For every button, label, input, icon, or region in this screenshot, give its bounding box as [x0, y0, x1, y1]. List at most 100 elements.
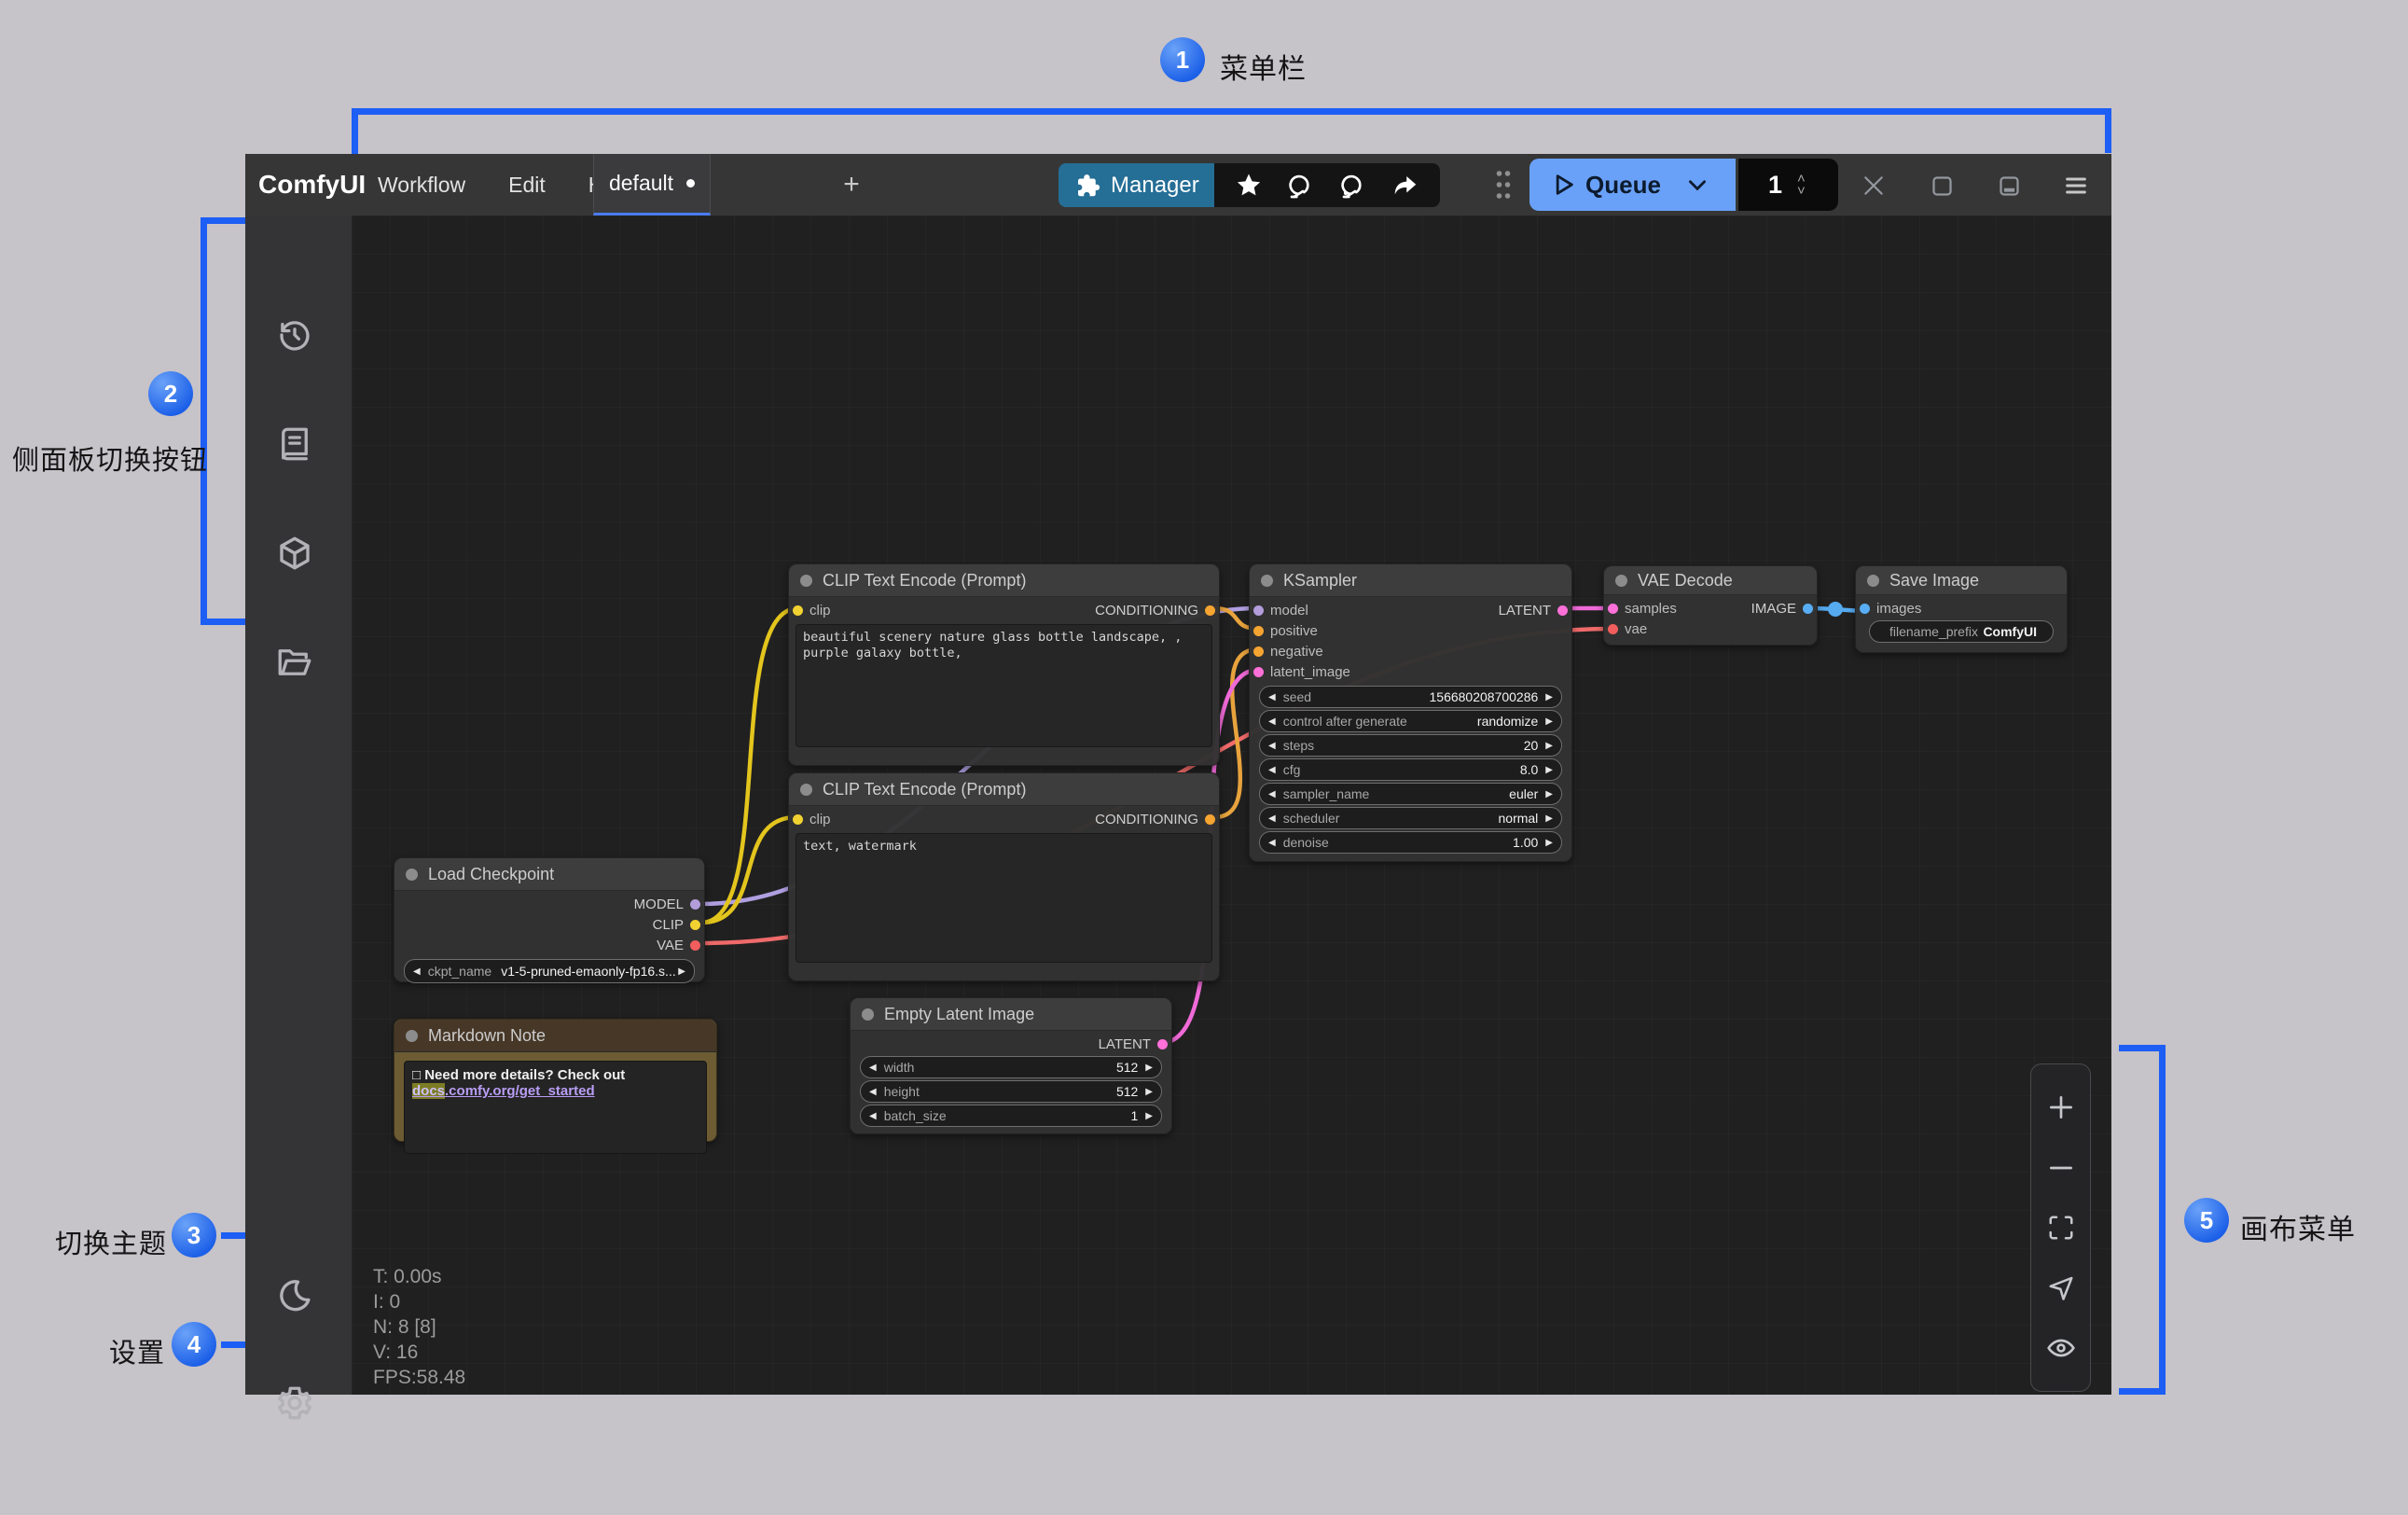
increment-arrow-icon[interactable]: ▶ — [1545, 813, 1553, 824]
node-header[interactable]: Load Checkpoint — [394, 858, 704, 891]
node-clip-text-encode-positive[interactable]: CLIP Text Encode (Prompt) clip CONDITION… — [788, 563, 1220, 766]
menu-edit[interactable]: Edit — [508, 173, 546, 198]
decrement-arrow-icon[interactable]: ◀ — [1268, 765, 1276, 775]
node-load-checkpoint[interactable]: Load Checkpoint MODEL CLIP VAE ◀ckpt_nam… — [394, 857, 705, 982]
decrement-arrow-icon[interactable]: ◀ — [1268, 813, 1276, 824]
widget-seed[interactable]: ◀seed156680208700286▶ — [1259, 686, 1562, 708]
docs-link[interactable]: docs.comfy.org/get_started — [412, 1083, 595, 1099]
increment-arrow-icon[interactable]: ▶ — [1545, 765, 1553, 775]
input-port-latent-image[interactable] — [1253, 667, 1264, 677]
widget-filename-prefix[interactable]: filename_prefixComfyUI — [1869, 620, 2054, 643]
toggle-link-visibility-icon[interactable] — [2044, 1331, 2078, 1365]
widget-denoise[interactable]: ◀denoise1.00▶ — [1259, 831, 1562, 854]
decrement-arrow-icon[interactable]: ◀ — [1268, 741, 1276, 751]
clean-workflow-icon[interactable] — [1280, 167, 1322, 204]
queue-count-stepper[interactable]: ˄ ˅ — [1797, 173, 1806, 197]
input-port-samples[interactable] — [1608, 604, 1618, 614]
input-port-vae[interactable] — [1608, 624, 1618, 634]
input-port-images[interactable] — [1860, 604, 1870, 614]
node-empty-latent-image[interactable]: Empty Latent Image LATENT ◀width512▶ ◀he… — [850, 997, 1172, 1134]
collapse-dot-icon[interactable] — [800, 575, 812, 587]
queue-count-box[interactable]: 1 ˄ ˅ — [1738, 159, 1838, 211]
hamburger-menu-icon[interactable] — [2057, 167, 2095, 204]
input-port-clip[interactable] — [793, 605, 803, 616]
focus-mode-icon[interactable] — [1923, 167, 1960, 204]
new-workflow-button[interactable]: + — [833, 154, 870, 215]
collapse-dot-icon[interactable] — [1261, 575, 1273, 587]
toolbar-drag-handle[interactable] — [1495, 168, 1512, 202]
increment-arrow-icon[interactable]: ▶ — [1545, 716, 1553, 727]
widget-sampler-name[interactable]: ◀sampler_nameeuler▶ — [1259, 783, 1562, 805]
star-icon[interactable] — [1227, 167, 1270, 204]
collapse-dot-icon[interactable] — [800, 784, 812, 796]
sidebar-queue-history-button[interactable] — [272, 313, 317, 357]
menu-workflow[interactable]: Workflow — [378, 173, 465, 198]
prompt-textarea[interactable]: text, watermark — [796, 833, 1212, 963]
share-icon[interactable] — [1384, 167, 1427, 204]
zoom-in-icon[interactable] — [2044, 1091, 2078, 1124]
widget-cfg[interactable]: ◀cfg8.0▶ — [1259, 758, 1562, 781]
widget-steps[interactable]: ◀steps20▶ — [1259, 734, 1562, 757]
increment-arrow-icon[interactable]: ▶ — [1545, 741, 1553, 751]
decrement-arrow-icon[interactable]: ◀ — [1268, 838, 1276, 848]
widget-ckpt-name[interactable]: ◀ckpt_namev1-5-pruned-emaonly-fp16.s...▶ — [404, 959, 695, 983]
bottom-panel-icon[interactable] — [1990, 167, 2027, 204]
decrement-arrow-icon[interactable]: ◀ — [869, 1111, 877, 1121]
decrement-arrow-icon[interactable]: ◀ — [1268, 716, 1276, 727]
node-vae-decode[interactable]: VAE Decode samples IMAGE vae — [1603, 565, 1818, 646]
prompt-textarea[interactable]: beautiful scenery nature glass bottle la… — [796, 624, 1212, 747]
collapse-dot-icon[interactable] — [406, 1030, 418, 1042]
collapse-dot-icon[interactable] — [862, 1008, 874, 1021]
manager-button[interactable]: Manager — [1059, 163, 1214, 207]
chevron-down-icon[interactable] — [1685, 173, 1709, 197]
collapse-dot-icon[interactable] — [406, 869, 418, 881]
collapse-dot-icon[interactable] — [1615, 575, 1627, 587]
decrement-arrow-icon[interactable]: ◀ — [869, 1063, 877, 1073]
node-header[interactable]: Markdown Note — [394, 1020, 716, 1052]
increment-arrow-icon[interactable]: ▶ — [1545, 692, 1553, 702]
output-port-image[interactable] — [1803, 604, 1813, 614]
spin-down-icon[interactable]: ˅ — [1797, 185, 1806, 197]
node-header[interactable]: CLIP Text Encode (Prompt) — [789, 564, 1219, 597]
widget-control-after-generate[interactable]: ◀control after generaterandomize▶ — [1259, 710, 1562, 732]
widget-scheduler[interactable]: ◀schedulernormal▶ — [1259, 807, 1562, 829]
node-header[interactable]: VAE Decode — [1604, 566, 1817, 595]
node-header[interactable]: Empty Latent Image — [851, 998, 1171, 1031]
widget-height[interactable]: ◀height512▶ — [860, 1080, 1162, 1103]
output-port-conditioning[interactable] — [1205, 814, 1215, 825]
clear-queue-icon[interactable] — [1855, 167, 1892, 204]
increment-arrow-icon[interactable]: ▶ — [678, 966, 685, 977]
increment-arrow-icon[interactable]: ▶ — [1145, 1063, 1153, 1073]
input-port-positive[interactable] — [1253, 626, 1264, 636]
graph-canvas[interactable] — [352, 215, 2111, 1395]
output-port-vae[interactable] — [690, 940, 700, 951]
increment-arrow-icon[interactable]: ▶ — [1145, 1111, 1153, 1121]
pan-mode-icon[interactable] — [2044, 1271, 2078, 1304]
input-port-model[interactable] — [1253, 605, 1264, 616]
output-port-model[interactable] — [690, 899, 700, 910]
widget-width[interactable]: ◀width512▶ — [860, 1056, 1162, 1078]
node-save-image[interactable]: Save Image images filename_prefixComfyUI — [1855, 565, 2068, 653]
sidebar-node-library-button[interactable] — [272, 422, 317, 466]
theme-toggle-button[interactable] — [272, 1273, 317, 1318]
increment-arrow-icon[interactable]: ▶ — [1145, 1087, 1153, 1097]
node-markdown-note[interactable]: Markdown Note □ Need more details? Check… — [394, 1019, 717, 1142]
node-header[interactable]: Save Image — [1856, 566, 2067, 595]
clean-workflow-alt-icon[interactable] — [1332, 167, 1375, 204]
widget-batch-size[interactable]: ◀batch_size1▶ — [860, 1105, 1162, 1127]
output-port-latent[interactable] — [1557, 605, 1568, 616]
queue-button[interactable]: Queue — [1529, 159, 1736, 211]
increment-arrow-icon[interactable]: ▶ — [1545, 838, 1553, 848]
node-clip-text-encode-negative[interactable]: CLIP Text Encode (Prompt) clip CONDITION… — [788, 772, 1220, 981]
sidebar-model-library-button[interactable] — [272, 531, 317, 576]
increment-arrow-icon[interactable]: ▶ — [1545, 789, 1553, 799]
output-port-latent[interactable] — [1157, 1039, 1168, 1049]
decrement-arrow-icon[interactable]: ◀ — [869, 1087, 877, 1097]
decrement-arrow-icon[interactable]: ◀ — [413, 966, 421, 977]
collapse-dot-icon[interactable] — [1867, 575, 1879, 587]
node-ksampler[interactable]: KSampler model LATENT positive negative … — [1249, 563, 1572, 862]
zoom-out-icon[interactable] — [2044, 1151, 2078, 1185]
sidebar-workflows-button[interactable] — [272, 640, 317, 685]
output-port-clip[interactable] — [690, 920, 700, 930]
decrement-arrow-icon[interactable]: ◀ — [1268, 692, 1276, 702]
